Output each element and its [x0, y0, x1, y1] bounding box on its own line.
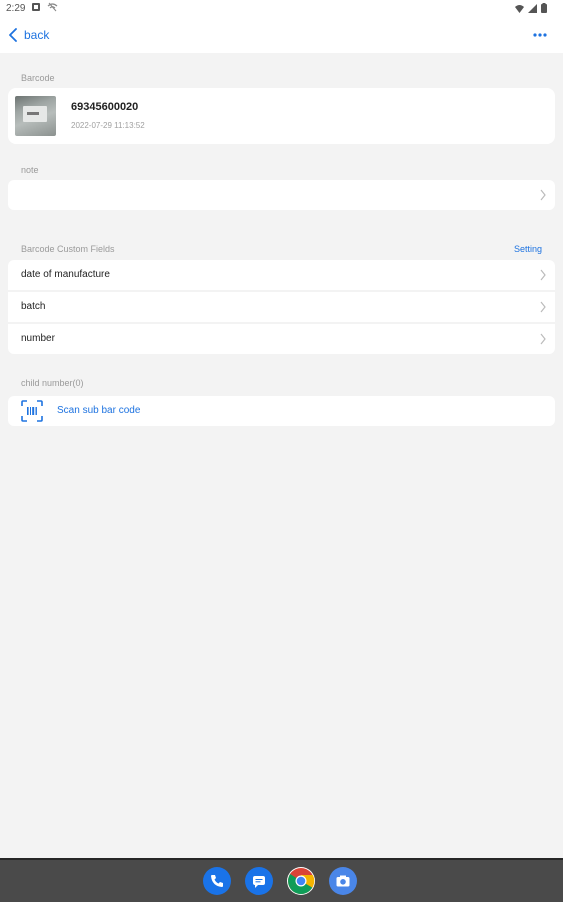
signal-icon: [528, 3, 537, 13]
status-right-icons: [515, 3, 547, 13]
chevron-right-icon: [540, 269, 546, 281]
status-left-icons: [31, 2, 58, 12]
field-row-date-of-manufacture[interactable]: date of manufacture: [8, 260, 555, 290]
barcode-number: 69345600020: [71, 101, 139, 113]
chrome-icon: [288, 868, 315, 895]
messages-app-icon[interactable]: [245, 867, 273, 895]
custom-fields-section-label: Barcode Custom Fields: [21, 244, 115, 254]
message-icon: [253, 876, 265, 888]
thumbnail-label: [27, 112, 39, 115]
barcode-section-label: Barcode: [21, 73, 55, 83]
field-row-number[interactable]: number: [8, 324, 555, 354]
more-options-icon[interactable]: [531, 26, 549, 44]
barcode-card[interactable]: 69345600020 2022-07-29 11:13:52: [8, 88, 555, 144]
child-number-section-label: child number(0): [21, 378, 84, 388]
battery-icon: [541, 3, 547, 13]
field-row-batch[interactable]: batch: [8, 292, 555, 322]
phone-app-icon[interactable]: [203, 867, 231, 895]
back-button[interactable]: back: [8, 24, 49, 46]
chevron-right-icon: [540, 189, 546, 201]
chevron-left-icon: [9, 28, 17, 42]
field-label: date of manufacture: [21, 269, 110, 280]
note-section-label: note: [21, 165, 39, 175]
camera-app-icon[interactable]: [329, 867, 357, 895]
notification-icon: [32, 3, 40, 11]
phone-icon: [211, 875, 223, 887]
barcode-timestamp: 2022-07-29 11:13:52: [71, 121, 145, 130]
wifi-off-icon: [47, 2, 58, 12]
status-time: 2:29: [6, 3, 26, 14]
camera-icon: [336, 875, 350, 887]
system-dock: [0, 858, 563, 902]
top-app-bar: back: [0, 18, 563, 53]
field-label: number: [21, 333, 55, 344]
scan-barcode-icon: [21, 400, 43, 422]
wifi-icon: [515, 4, 524, 13]
field-label: batch: [21, 301, 46, 312]
scan-sub-barcode-button[interactable]: Scan sub bar code: [8, 396, 555, 426]
chrome-app-icon[interactable]: [287, 867, 315, 895]
back-label: back: [24, 28, 50, 42]
note-row[interactable]: [8, 180, 555, 210]
chevron-right-icon: [540, 333, 546, 345]
barcode-photo-thumbnail[interactable]: [15, 96, 56, 136]
dock-apps: [203, 867, 357, 895]
status-bar: 2:29: [0, 0, 563, 18]
setting-link[interactable]: Setting: [514, 244, 542, 254]
scan-sub-barcode-label: Scan sub bar code: [57, 405, 141, 416]
chevron-right-icon: [540, 301, 546, 313]
